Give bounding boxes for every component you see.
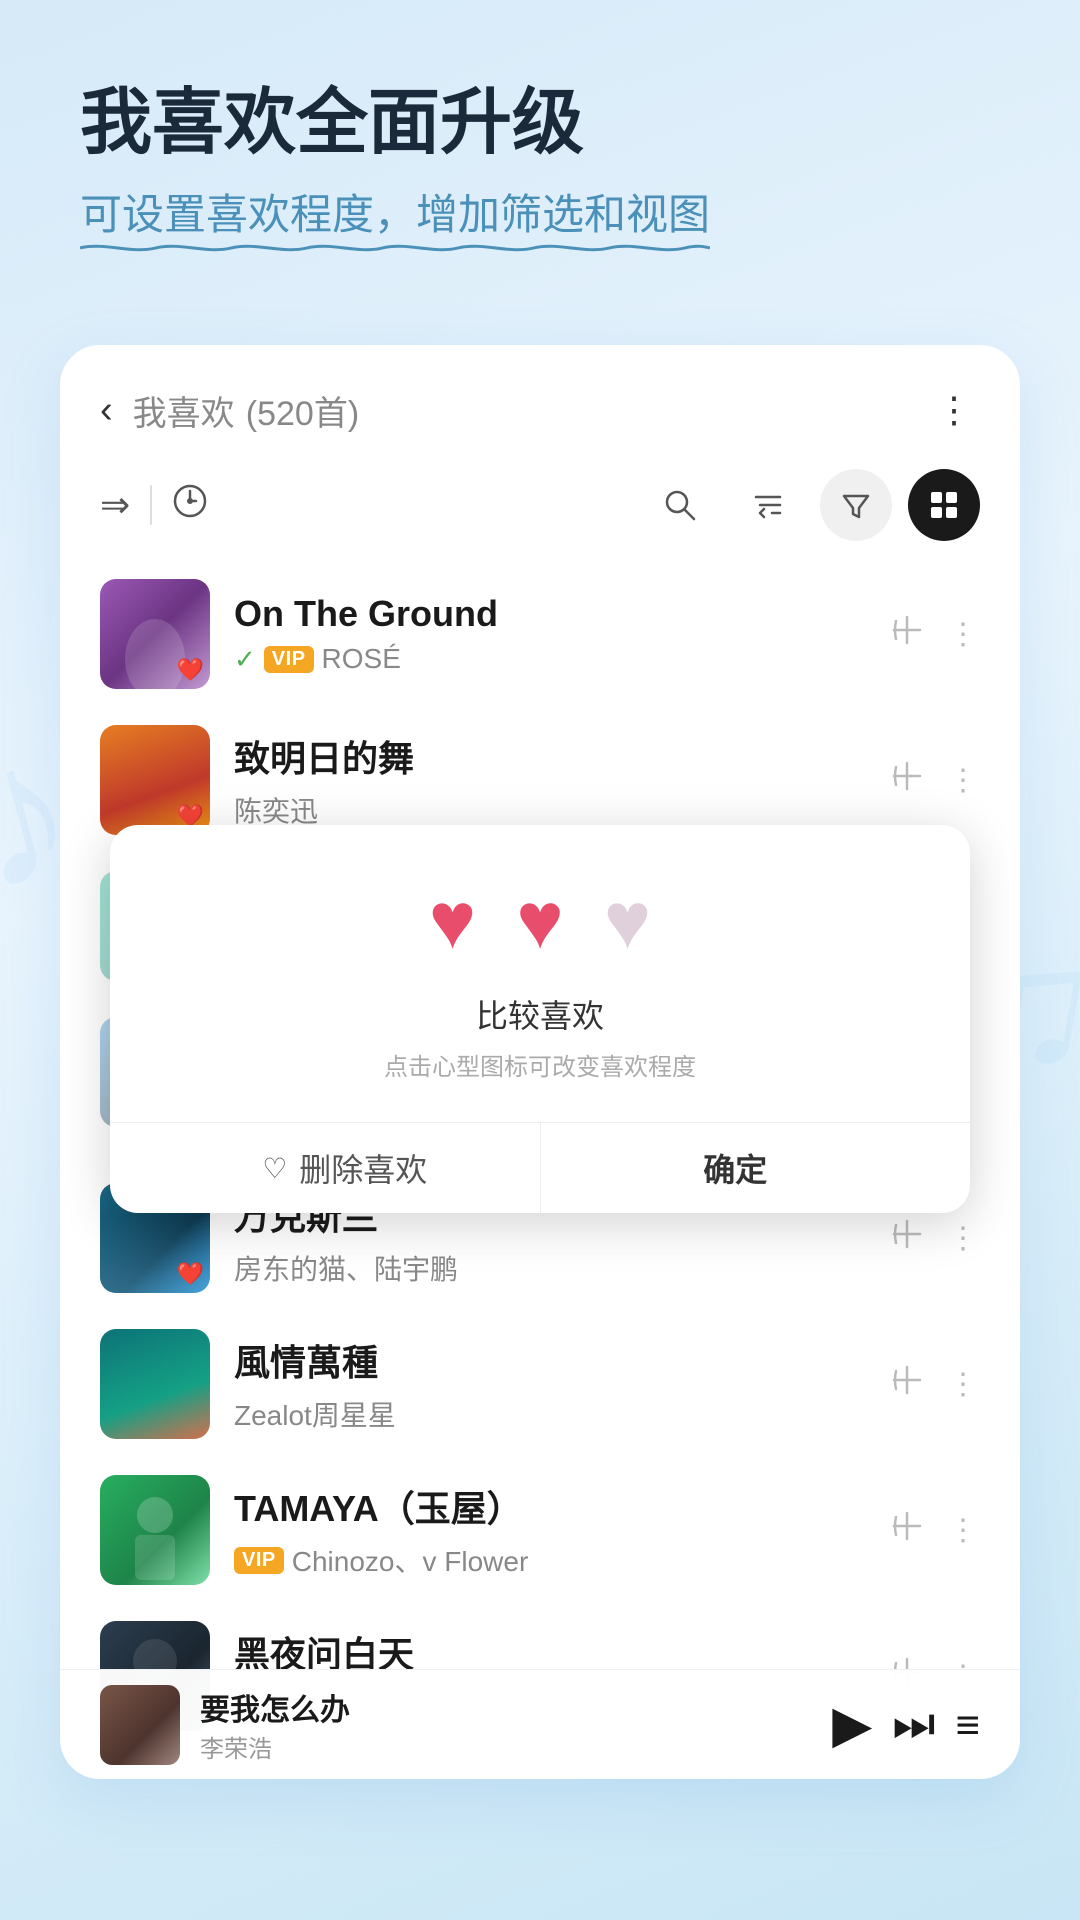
add-to-playlist-button[interactable]	[890, 613, 924, 656]
song-thumbnail	[100, 1475, 210, 1585]
confirm-button[interactable]: 确定	[540, 1123, 931, 1213]
add-to-playlist-button[interactable]	[890, 759, 924, 802]
vip-badge: VIP	[264, 646, 314, 673]
song-item[interactable]: TAMAYA（玉屋） VIP Chinozo、v Flower ⋮	[60, 1457, 1020, 1603]
player-controls: ▶ ⏭ ≡	[832, 1695, 980, 1755]
song-title: TAMAYA（玉屋）	[234, 1480, 866, 1532]
song-actions: ⋮	[890, 759, 980, 802]
heart-badge: ❤️	[177, 1261, 204, 1287]
search-button[interactable]	[644, 469, 716, 541]
play-button[interactable]: ▶	[832, 1695, 872, 1755]
heart-outline-icon: ♡	[262, 1152, 287, 1185]
heart-hint-text: 点击心型图标可改变喜欢程度	[150, 1047, 930, 1082]
wavy-underline	[80, 241, 710, 253]
more-options-button[interactable]: ⋮	[948, 1513, 980, 1548]
song-list-continued: ❤️ 万克斯兰 房东的猫、陆宇鹏 ⋮	[60, 1165, 1020, 1749]
delete-favorite-button[interactable]: ♡ 删除喜欢	[150, 1123, 540, 1213]
more-options-button[interactable]: ⋮	[948, 617, 980, 652]
song-item[interactable]: ❤️ On The Ground ✓ VIP ROSÉ ⋮	[60, 561, 1020, 707]
heart-2-button[interactable]: ♥	[516, 875, 564, 967]
vip-badge: VIP	[234, 1547, 284, 1574]
card-header: ‹ 我喜欢 (520首) ⋮	[60, 345, 1020, 459]
song-artist: Zealot周星星	[234, 1394, 866, 1434]
toolbar: ⇒	[60, 459, 1020, 561]
more-options-button[interactable]: ⋮	[948, 1221, 980, 1256]
verified-icon: ✓	[234, 644, 256, 675]
play-all-button[interactable]: ⇒	[100, 484, 130, 526]
heart-1-button[interactable]: ♥	[429, 875, 477, 967]
back-button[interactable]: ‹	[100, 391, 113, 429]
song-actions: ⋮	[890, 1217, 980, 1260]
page-subtitle: 可设置喜欢程度，增加筛选和视图	[80, 186, 710, 245]
song-item[interactable]: 風情萬種 Zealot周星星 ⋮	[60, 1311, 1020, 1457]
heart-rating-popup: ♥ ♥ ♥ 比较喜欢 点击心型图标可改变喜欢程度 ♡ 删除喜欢 确定	[110, 825, 970, 1213]
header-section: 我喜欢全面升级 可设置喜欢程度，增加筛选和视图	[0, 0, 1080, 285]
main-card: ‹ 我喜欢 (520首) ⋮ ⇒	[60, 345, 1020, 1779]
more-menu-button[interactable]: ⋮	[928, 381, 980, 439]
song-info: 風情萬種 Zealot周星星	[234, 1334, 866, 1434]
player-song-title: 要我怎么办	[200, 1685, 812, 1729]
card-title: 我喜欢 (520首)	[133, 386, 928, 435]
more-options-button[interactable]: ⋮	[948, 763, 980, 798]
popup-actions: ♡ 删除喜欢 确定	[150, 1123, 930, 1213]
playlist-button[interactable]: ≡	[955, 1701, 980, 1749]
song-info: TAMAYA（玉屋） VIP Chinozo、v Flower	[234, 1480, 866, 1580]
add-to-playlist-button[interactable]	[890, 1509, 924, 1552]
bottom-player-bar: 要我怎么办 李荣浩 ▶ ⏭ ≡	[60, 1669, 1020, 1779]
song-artist: ✓ VIP ROSÉ	[234, 643, 866, 675]
song-thumbnail	[100, 1329, 210, 1439]
card-count: (520首)	[246, 395, 359, 433]
song-thumbnail: ❤️	[100, 725, 210, 835]
sort-button[interactable]	[732, 469, 804, 541]
history-button[interactable]	[172, 483, 208, 528]
song-actions: ⋮	[890, 1509, 980, 1552]
delete-label: 删除喜欢	[299, 1145, 427, 1191]
player-artist: 李荣浩	[200, 1729, 812, 1764]
song-title: 風情萬種	[234, 1334, 866, 1386]
heart-level-label: 比较喜欢	[150, 991, 930, 1037]
player-thumbnail	[100, 1685, 180, 1765]
filter-button[interactable]	[820, 469, 892, 541]
song-actions: ⋮	[890, 613, 980, 656]
heart-3-button[interactable]: ♥	[604, 875, 652, 967]
song-title: 致明日的舞	[234, 730, 866, 782]
song-artist: 房东的猫、陆宇鹏	[234, 1248, 866, 1288]
song-artist: 陈奕迅	[234, 790, 866, 830]
song-thumbnail: ❤️	[100, 579, 210, 689]
song-artist: VIP Chinozo、v Flower	[234, 1540, 866, 1580]
add-to-playlist-button[interactable]	[890, 1217, 924, 1260]
heart-row: ♥ ♥ ♥	[150, 875, 930, 967]
heart-badge: ❤️	[177, 657, 204, 683]
song-info: On The Ground ✓ VIP ROSÉ	[234, 593, 866, 675]
toolbar-right	[644, 469, 980, 541]
song-actions: ⋮	[890, 1363, 980, 1406]
next-button[interactable]: ⏭	[892, 1697, 935, 1753]
song-title: On The Ground	[234, 593, 866, 635]
add-to-playlist-button[interactable]	[890, 1363, 924, 1406]
toolbar-left: ⇒	[100, 483, 624, 528]
song-info: 致明日的舞 陈奕迅	[234, 730, 866, 830]
grid-view-button[interactable]	[908, 469, 980, 541]
more-options-button[interactable]: ⋮	[948, 1367, 980, 1402]
page-title: 我喜欢全面升级	[80, 80, 1000, 166]
player-info: 要我怎么办 李荣浩	[200, 1685, 812, 1764]
toolbar-divider	[150, 485, 152, 525]
